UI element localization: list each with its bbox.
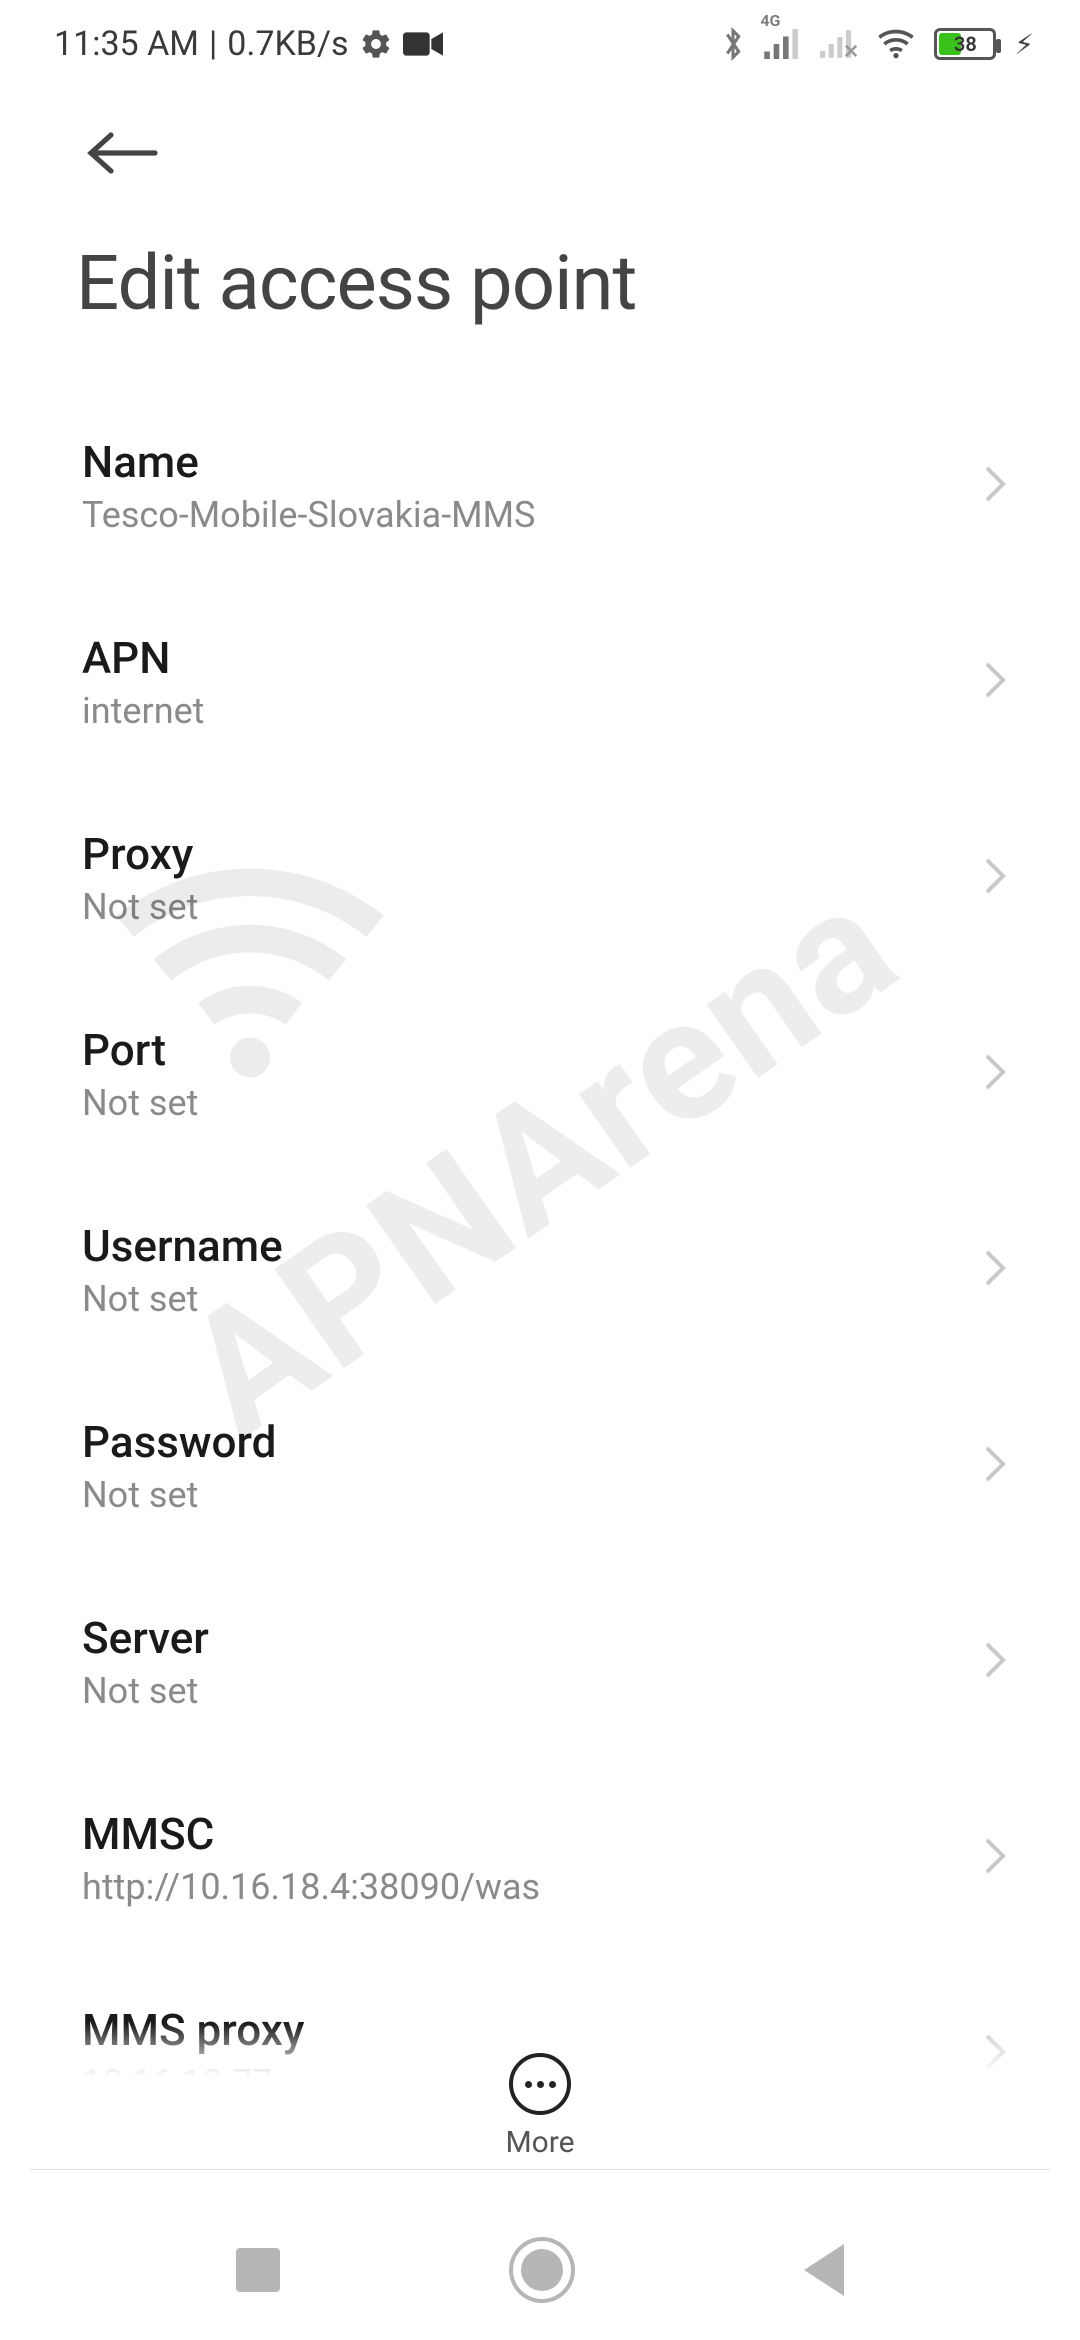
wifi-icon (876, 28, 916, 60)
gear-icon (359, 27, 393, 61)
apn-settings-list: Name Tesco-Mobile-Slovakia-MMS APN inter… (0, 388, 1080, 2152)
row-name[interactable]: Name Tesco-Mobile-Slovakia-MMS (30, 388, 1050, 584)
status-time: 11:35 AM (54, 24, 199, 64)
chevron-right-icon (980, 1836, 1010, 1880)
battery-pct: 38 (937, 32, 993, 56)
row-proxy[interactable]: Proxy Not set (30, 780, 1050, 976)
row-value: Tesco-Mobile-Slovakia-MMS (82, 494, 535, 536)
nav-recents-button[interactable] (236, 2248, 280, 2292)
row-value: Not set (82, 1670, 209, 1712)
more-icon (509, 2053, 571, 2115)
system-nav-bar (0, 2200, 1080, 2340)
chevron-right-icon (980, 660, 1010, 704)
charging-icon: ⚡︎ (1014, 28, 1034, 61)
chevron-right-icon (980, 1444, 1010, 1488)
row-mmsc[interactable]: MMSC http://10.16.18.4:38090/was (30, 1760, 1050, 1956)
row-label: Proxy (82, 828, 198, 880)
chevron-right-icon (980, 856, 1010, 900)
chevron-right-icon (980, 464, 1010, 508)
chevron-right-icon (980, 1248, 1010, 1292)
row-label: Name (82, 436, 535, 488)
camera-icon (403, 29, 443, 59)
signal-nosim-icon (820, 29, 858, 59)
row-apn[interactable]: APN internet (30, 584, 1050, 780)
status-bar: 11:35 AM | 0.7KB/s 4G 38 ⚡︎ (0, 0, 1080, 88)
more-label: More (505, 2125, 574, 2160)
status-left: 11:35 AM | 0.7KB/s (54, 24, 443, 64)
row-label: APN (82, 632, 204, 684)
row-label: Port (82, 1024, 198, 1076)
status-right: 4G 38 ⚡︎ (720, 25, 1034, 63)
row-value: Not set (82, 1082, 198, 1124)
row-label: MMSC (82, 1808, 540, 1860)
row-label: Password (82, 1416, 276, 1468)
nav-back-button[interactable] (804, 2244, 844, 2296)
more-action[interactable]: More (0, 2023, 1080, 2160)
status-sep: | (209, 24, 217, 64)
row-port[interactable]: Port Not set (30, 976, 1050, 1172)
nav-home-button[interactable] (513, 2241, 571, 2299)
nav-divider (30, 2169, 1050, 2170)
row-label: Username (82, 1220, 283, 1272)
row-value: internet (82, 690, 204, 732)
row-label: Server (82, 1612, 209, 1664)
row-password[interactable]: Password Not set (30, 1368, 1050, 1564)
row-value: Not set (82, 886, 198, 928)
page-title: Edit access point (76, 238, 1028, 328)
row-value: http://10.16.18.4:38090/was (82, 1866, 540, 1908)
back-button[interactable] (78, 108, 168, 198)
chevron-right-icon (980, 1052, 1010, 1096)
status-speed: 0.7KB/s (227, 24, 348, 64)
chevron-right-icon (980, 1640, 1010, 1684)
row-value: Not set (82, 1278, 283, 1320)
bluetooth-icon (720, 25, 746, 63)
row-username[interactable]: Username Not set (30, 1172, 1050, 1368)
signal-4g-icon: 4G (764, 29, 802, 59)
row-value: Not set (82, 1474, 276, 1516)
arrow-left-icon (87, 129, 159, 177)
battery-icon: 38 (934, 28, 996, 60)
row-server[interactable]: Server Not set (30, 1564, 1050, 1760)
